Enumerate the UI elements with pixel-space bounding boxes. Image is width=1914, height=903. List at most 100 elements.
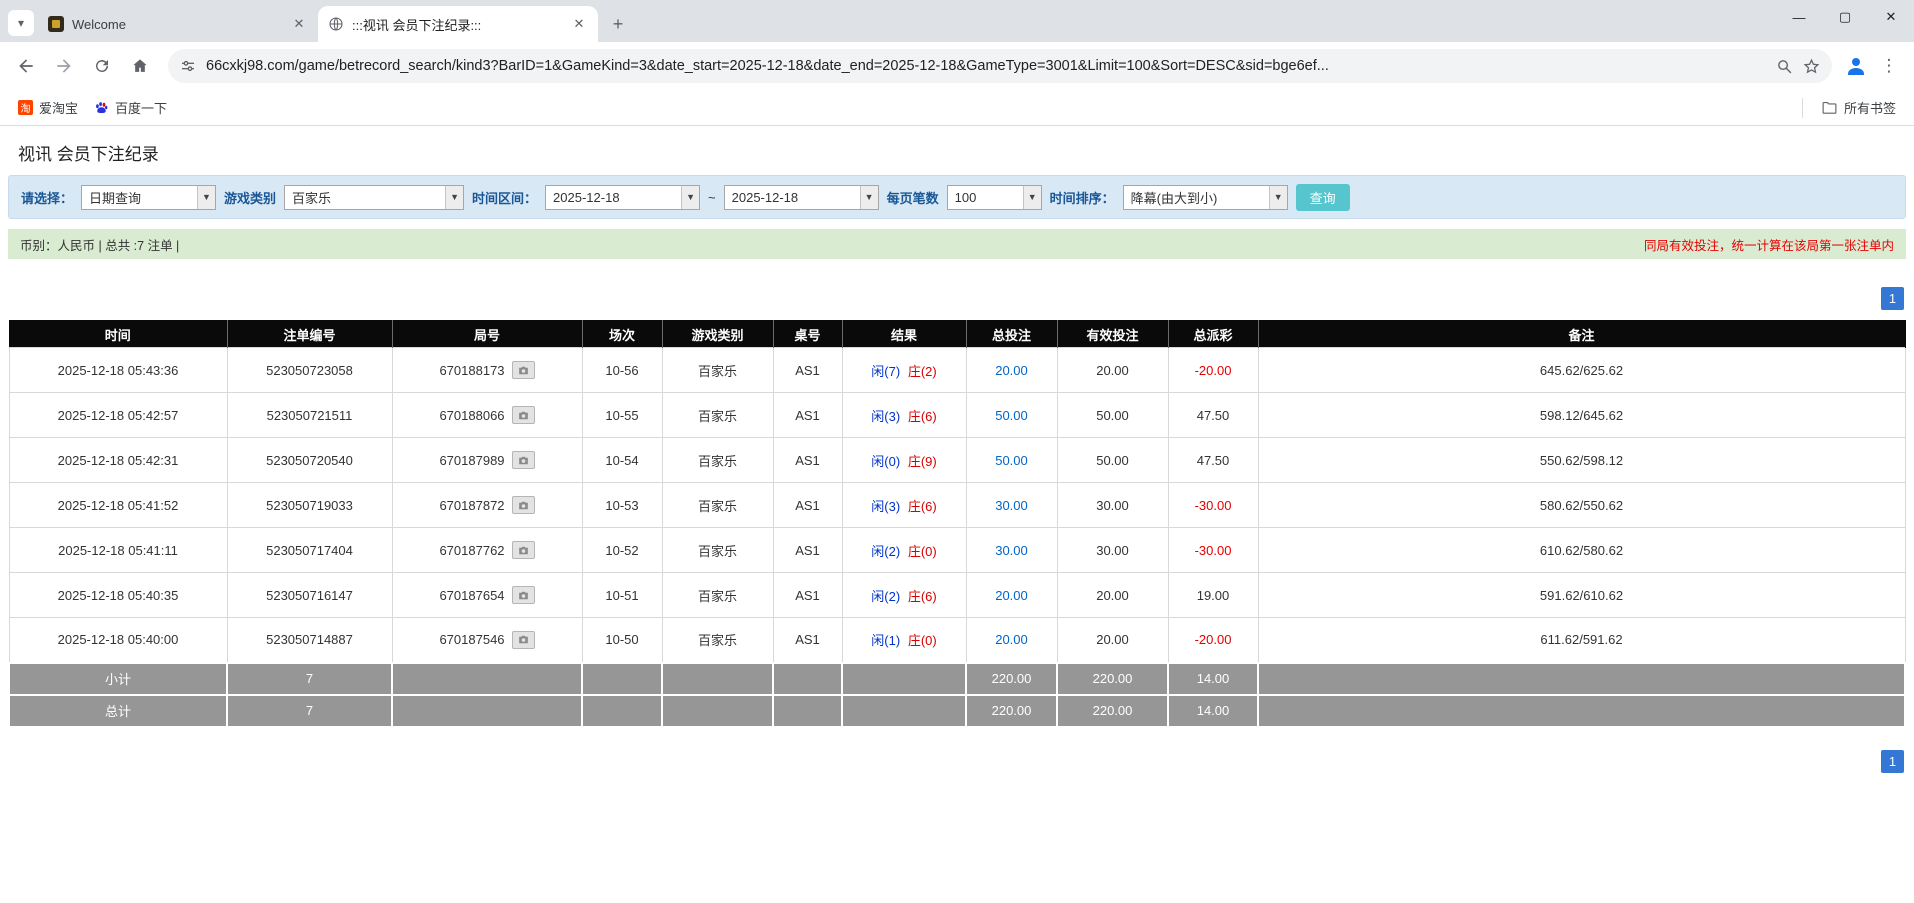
cell-bet-id: 523050723058 <box>227 348 392 393</box>
result-player: 闲(1) <box>871 633 900 648</box>
bookmark-star-icon[interactable] <box>1803 58 1820 75</box>
info-bar: 币别：人民币 | 总共 :7 注单 | 同局有效投注，统一计算在该局第一张注单内 <box>8 229 1906 259</box>
cell-time: 2025-12-18 05:40:35 <box>9 573 227 618</box>
zoom-icon[interactable] <box>1776 58 1793 75</box>
total-bet-link[interactable]: 50.00 <box>995 408 1028 423</box>
total-bet-link[interactable]: 30.00 <box>995 498 1028 513</box>
close-button[interactable]: ✕ <box>1868 0 1914 34</box>
result-player: 闲(0) <box>871 454 900 469</box>
cell-session: 10-55 <box>582 393 662 438</box>
table-row: 2025-12-18 05:40:00 523050714887 6701875… <box>9 618 1905 663</box>
date-start-select[interactable]: 2025-12-18 ▼ <box>545 185 700 210</box>
cell-table: AS1 <box>773 573 842 618</box>
column-header-bet-id: 注单编号 <box>227 321 392 348</box>
cell-table: AS1 <box>773 348 842 393</box>
tab-search-chevron-icon[interactable]: ▾ <box>8 10 34 36</box>
cell-bet-id: 523050717404 <box>227 528 392 573</box>
new-tab-button[interactable]: + <box>604 10 632 38</box>
tab-close-icon[interactable]: ✕ <box>290 15 308 33</box>
cell-note: 645.62/625.62 <box>1258 348 1905 393</box>
cell-valid-bet: 20.00 <box>1057 348 1168 393</box>
cell-bet-id: 523050719033 <box>227 483 392 528</box>
total-bet-link[interactable]: 20.00 <box>995 632 1028 647</box>
maximize-button[interactable]: ▢ <box>1822 0 1868 34</box>
cell-bet-id: 523050714887 <box>227 618 392 663</box>
round-number: 670188173 <box>439 363 504 378</box>
page-title: 视讯 会员下注纪录 <box>0 126 1914 175</box>
result-player: 闲(3) <box>871 499 900 514</box>
tab-bet-record[interactable]: :::视讯 会员下注纪录::: ✕ <box>318 6 598 42</box>
forward-button[interactable] <box>48 50 80 82</box>
cell-valid-bet: 30.00 <box>1057 483 1168 528</box>
query-type-label: 请选择： <box>21 188 73 207</box>
table-row: 2025-12-18 05:42:57 523050721511 6701880… <box>9 393 1905 438</box>
total-valid-bet: 220.00 <box>1057 695 1168 727</box>
cell-note: 598.12/645.62 <box>1258 393 1905 438</box>
bookmark-item-aitaobao[interactable]: 淘 爱淘宝 <box>10 94 86 121</box>
column-header-round: 局号 <box>392 321 582 348</box>
chevron-down-icon: ▼ <box>445 186 463 209</box>
cell-game-type: 百家乐 <box>662 483 773 528</box>
cell-total-bet: 50.00 <box>966 393 1057 438</box>
cell-total-bet: 50.00 <box>966 438 1057 483</box>
cell-game-type: 百家乐 <box>662 393 773 438</box>
all-bookmarks-button[interactable]: 所有书签 <box>1813 94 1904 121</box>
round-detail-camera-icon[interactable] <box>512 586 535 604</box>
column-header-total-bet: 总投注 <box>966 321 1057 348</box>
total-bet-link[interactable]: 20.00 <box>995 363 1028 378</box>
game-type-value: 百家乐 <box>285 186 445 209</box>
cell-result: 闲(3) 庄(6) <box>842 393 966 438</box>
round-detail-camera-icon[interactable] <box>512 496 535 514</box>
cell-result: 闲(2) 庄(6) <box>842 573 966 618</box>
page-button-1[interactable]: 1 <box>1881 750 1904 773</box>
total-bet-link[interactable]: 50.00 <box>995 453 1028 468</box>
home-button[interactable] <box>124 50 156 82</box>
round-detail-camera-icon[interactable] <box>512 361 535 379</box>
minimize-button[interactable]: — <box>1776 0 1822 34</box>
bookmark-item-baidu[interactable]: 百度一下 <box>86 94 175 121</box>
cell-round: 670187762 <box>392 528 582 573</box>
cell-table: AS1 <box>773 438 842 483</box>
cell-time: 2025-12-18 05:41:11 <box>9 528 227 573</box>
cell-game-type: 百家乐 <box>662 348 773 393</box>
search-button[interactable]: 查询 <box>1296 184 1350 211</box>
back-button[interactable] <box>10 50 42 82</box>
cell-round: 670188173 <box>392 348 582 393</box>
tab-welcome[interactable]: Welcome ✕ <box>38 6 318 42</box>
date-end-select[interactable]: 2025-12-18 ▼ <box>724 185 879 210</box>
game-type-select[interactable]: 百家乐 ▼ <box>284 185 464 210</box>
tab-close-icon[interactable]: ✕ <box>570 15 588 33</box>
round-detail-camera-icon[interactable] <box>512 451 535 469</box>
date-start-value: 2025-12-18 <box>546 186 681 209</box>
round-detail-camera-icon[interactable] <box>512 541 535 559</box>
profile-icon[interactable] <box>1844 54 1868 78</box>
bookmarks-bar: 淘 爱淘宝 百度一下 所有书签 <box>0 90 1914 126</box>
bookmark-label: 爱淘宝 <box>39 98 78 117</box>
page-content: 视讯 会员下注纪录 请选择： 日期查询 ▼ 游戏类别 百家乐 ▼ 时间区间： 2… <box>0 126 1914 773</box>
round-detail-camera-icon[interactable] <box>512 406 535 424</box>
url-bar[interactable]: 66cxkj98.com/game/betrecord_search/kind3… <box>168 49 1832 83</box>
tab-bar: ▾ Welcome ✕ :::视讯 会员下注纪录::: ✕ + — ▢ ✕ <box>0 0 1914 42</box>
cell-note: 591.62/610.62 <box>1258 573 1905 618</box>
query-type-select[interactable]: 日期查询 ▼ <box>81 185 216 210</box>
total-bet-link[interactable]: 30.00 <box>995 543 1028 558</box>
cell-note: 580.62/550.62 <box>1258 483 1905 528</box>
reload-button[interactable] <box>86 50 118 82</box>
date-end-value: 2025-12-18 <box>725 186 860 209</box>
cell-result: 闲(1) 庄(0) <box>842 618 966 663</box>
page-button-1[interactable]: 1 <box>1881 287 1904 310</box>
per-page-select[interactable]: 100 ▼ <box>947 185 1042 210</box>
url-text[interactable]: 66cxkj98.com/game/betrecord_search/kind3… <box>206 58 1766 74</box>
cell-total-bet: 20.00 <box>966 618 1057 663</box>
round-detail-camera-icon[interactable] <box>512 631 535 649</box>
cell-bet-id: 523050716147 <box>227 573 392 618</box>
sort-select[interactable]: 降幕(由大到小) ▼ <box>1123 185 1288 210</box>
site-info-tune-icon[interactable] <box>180 58 196 74</box>
date-separator: ~ <box>708 190 716 205</box>
bookmarks-divider <box>1802 98 1803 118</box>
sort-label: 时间排序： <box>1050 188 1115 207</box>
menu-icon[interactable]: ⋮ <box>1874 56 1904 76</box>
total-bet-link[interactable]: 20.00 <box>995 588 1028 603</box>
cell-valid-bet: 20.00 <box>1057 573 1168 618</box>
total-label: 总计 <box>9 695 227 727</box>
